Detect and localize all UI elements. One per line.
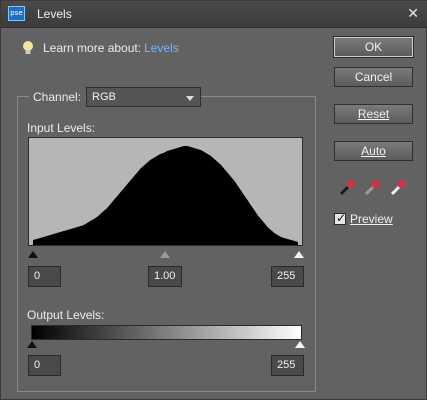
levels-dialog: pse Levels ✕ Learn more about: Levels OK … xyxy=(0,0,427,400)
close-icon[interactable]: ✕ xyxy=(407,5,419,22)
channel-label: Channel: xyxy=(29,90,86,104)
input-gamma-slider[interactable] xyxy=(160,251,170,258)
histogram-graph xyxy=(33,146,298,245)
input-white-slider[interactable] xyxy=(294,251,304,258)
input-black-slider[interactable] xyxy=(28,251,38,258)
reset-label: Reset xyxy=(357,107,390,121)
black-eyedropper-icon[interactable] xyxy=(338,177,358,197)
input-black-field[interactable]: 0 xyxy=(28,266,61,287)
lightbulb-icon xyxy=(23,41,33,54)
learn-more-prefix: Learn more about: xyxy=(43,41,142,55)
channel-dropdown[interactable]: RGB xyxy=(86,87,201,107)
chevron-down-icon xyxy=(186,96,194,101)
histogram xyxy=(28,137,303,246)
input-gamma-field[interactable]: 1.00 xyxy=(148,266,182,287)
auto-button[interactable]: Auto xyxy=(334,141,413,161)
input-levels-label: Input Levels: xyxy=(27,121,96,135)
preview-check-icon[interactable] xyxy=(334,211,346,225)
white-eyedropper-icon[interactable] xyxy=(389,177,409,197)
cancel-button[interactable]: Cancel xyxy=(334,67,413,87)
output-black-field[interactable]: 0 xyxy=(28,355,61,376)
histogram-shape xyxy=(33,146,298,245)
reset-button[interactable]: Reset xyxy=(334,104,413,124)
output-levels-label: Output Levels: xyxy=(27,308,105,322)
output-white-field[interactable]: 255 xyxy=(271,355,304,376)
learn-more-link[interactable]: Levels xyxy=(144,41,179,55)
preview-label: Preview xyxy=(350,212,393,226)
output-gradient-bar xyxy=(31,325,302,340)
output-black-slider[interactable] xyxy=(27,341,37,348)
ok-button[interactable]: OK xyxy=(333,36,414,58)
auto-label: Auto xyxy=(361,144,386,158)
title-bar: pse Levels ✕ xyxy=(1,1,427,28)
learn-more-text: Learn more about: Levels xyxy=(43,41,179,55)
photoshop-elements-icon: pse xyxy=(8,6,25,21)
output-white-slider[interactable] xyxy=(295,341,305,348)
channel-value: RGB xyxy=(92,91,116,103)
gray-eyedropper-icon[interactable] xyxy=(363,177,383,197)
input-white-field[interactable]: 255 xyxy=(271,266,304,287)
window-title: Levels xyxy=(37,7,72,21)
